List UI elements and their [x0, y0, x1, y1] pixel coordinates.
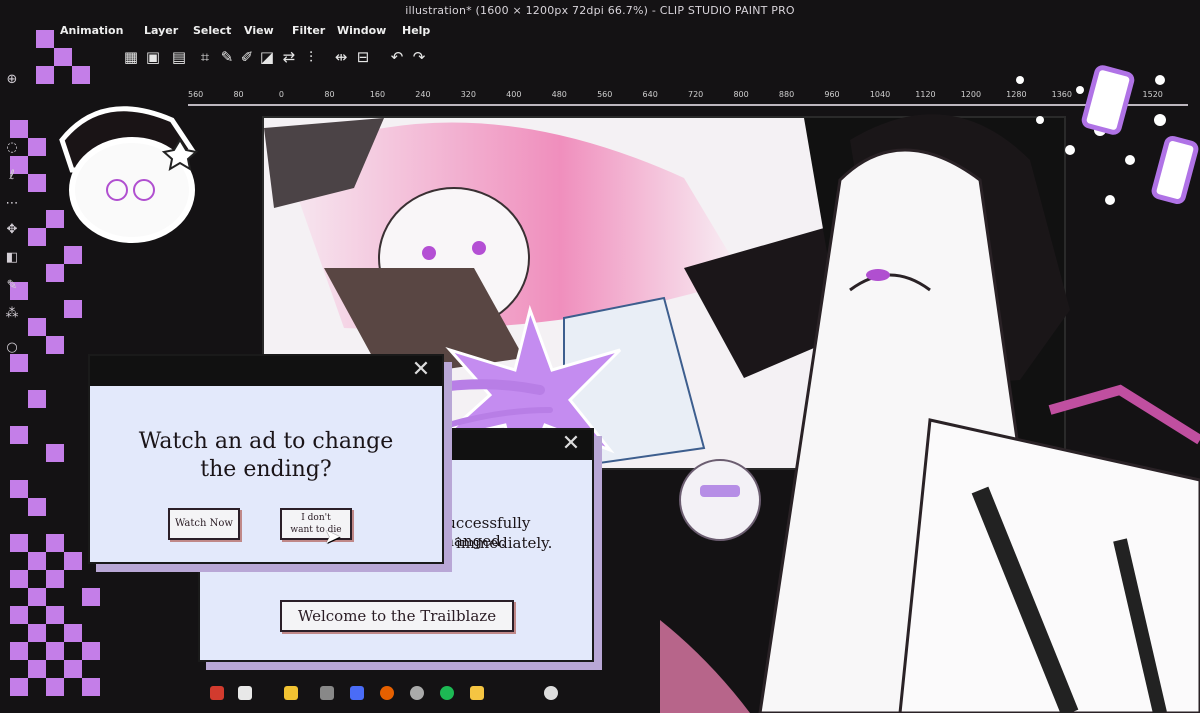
redo-icon[interactable]: ↷ — [410, 48, 428, 66]
crop-icon[interactable]: ⌗ — [196, 48, 214, 66]
app-icon-red[interactable] — [210, 686, 224, 700]
app-title-bar: illustration* (1600 × 1200px 72dpi 66.7%… — [0, 0, 1200, 22]
menu-select[interactable]: Select — [193, 24, 231, 37]
layers-icon[interactable]: ▤ — [170, 48, 188, 66]
brush-tool-icon[interactable]: ✎ — [4, 278, 20, 294]
spray-icon[interactable]: ⁂ — [4, 306, 20, 322]
chibi-sticker — [59, 106, 199, 243]
welcome-button[interactable]: Welcome to the Trailblaze — [280, 600, 514, 632]
close-icon[interactable]: ✕ — [410, 359, 432, 381]
menu-view[interactable]: View — [244, 24, 274, 37]
ellipse-icon[interactable]: ○ — [4, 340, 20, 356]
swap-icon[interactable]: ⇄ — [280, 48, 298, 66]
watch-now-button[interactable]: Watch Now — [168, 508, 240, 540]
files-icon[interactable] — [470, 686, 484, 700]
undo-icon[interactable]: ↶ — [388, 48, 406, 66]
adjust-icon[interactable]: ⫶ — [302, 48, 320, 66]
app-icon-white[interactable] — [238, 686, 252, 700]
close-icon[interactable]: ✕ — [560, 433, 582, 455]
menu-window[interactable]: Window — [337, 24, 386, 37]
flip-icon[interactable]: ⇹ — [332, 48, 350, 66]
pen-tool-icon[interactable]: ℓ — [4, 168, 20, 184]
ruler-tick: 160 — [369, 90, 386, 99]
ruler-tick: 80 — [233, 90, 244, 99]
ruler-tick: 320 — [460, 90, 476, 99]
eraser-icon[interactable]: ◪ — [258, 48, 276, 66]
menu-layer[interactable]: Layer — [144, 24, 178, 37]
select-icon[interactable]: ⋯ — [4, 196, 20, 212]
character-artwork — [660, 65, 1200, 713]
ruler-tick: 80 — [324, 90, 335, 99]
menu-help[interactable]: Help — [402, 24, 430, 37]
ad-question: Watch an ad to change the ending? — [90, 428, 442, 484]
ruler-tick: 0 — [278, 90, 284, 99]
dialog-title-bar: ✕ — [90, 356, 442, 386]
steam-icon[interactable] — [410, 686, 424, 700]
brush-icon[interactable]: ✎ — [218, 48, 236, 66]
folder-icon[interactable] — [284, 686, 298, 700]
mirror-icon[interactable]: ⊟ — [354, 48, 372, 66]
menu-filter[interactable]: Filter — [292, 24, 325, 37]
spotify-icon[interactable] — [440, 686, 454, 700]
zoom-icon[interactable]: ⊕ — [4, 72, 20, 88]
fill-icon[interactable]: ◧ — [4, 250, 20, 266]
app-icon-blue[interactable] — [350, 686, 364, 700]
lasso-icon[interactable]: ◌ — [4, 140, 20, 156]
grid-icon[interactable]: ▦ — [122, 48, 140, 66]
decline-line1: I don't — [301, 513, 331, 523]
app-icon-round[interactable] — [544, 686, 558, 700]
ruler-tick: 400 — [506, 90, 522, 99]
changed-message-line2: immediately. — [456, 534, 553, 552]
app-icon-gray[interactable] — [320, 686, 334, 700]
ruler-tick: 240 — [415, 90, 431, 99]
move-icon[interactable]: ✥ — [4, 222, 20, 238]
ad-dialog: ✕ Watch an ad to change the ending? Watc… — [88, 354, 444, 564]
save-icon[interactable]: ▣ — [144, 48, 162, 66]
mouse-cursor-icon: ➤ — [324, 524, 341, 548]
decline-button[interactable]: I don't want to die — [280, 508, 352, 540]
ad-question-line1: Watch an ad to change — [138, 429, 394, 454]
firefox-icon[interactable] — [380, 686, 394, 700]
app-title: illustration* (1600 × 1200px 72dpi 66.7%… — [405, 4, 795, 17]
ad-question-line2: the ending? — [200, 457, 332, 482]
ruler-tick: 480 — [551, 90, 567, 99]
pen-icon[interactable]: ✐ — [238, 48, 256, 66]
